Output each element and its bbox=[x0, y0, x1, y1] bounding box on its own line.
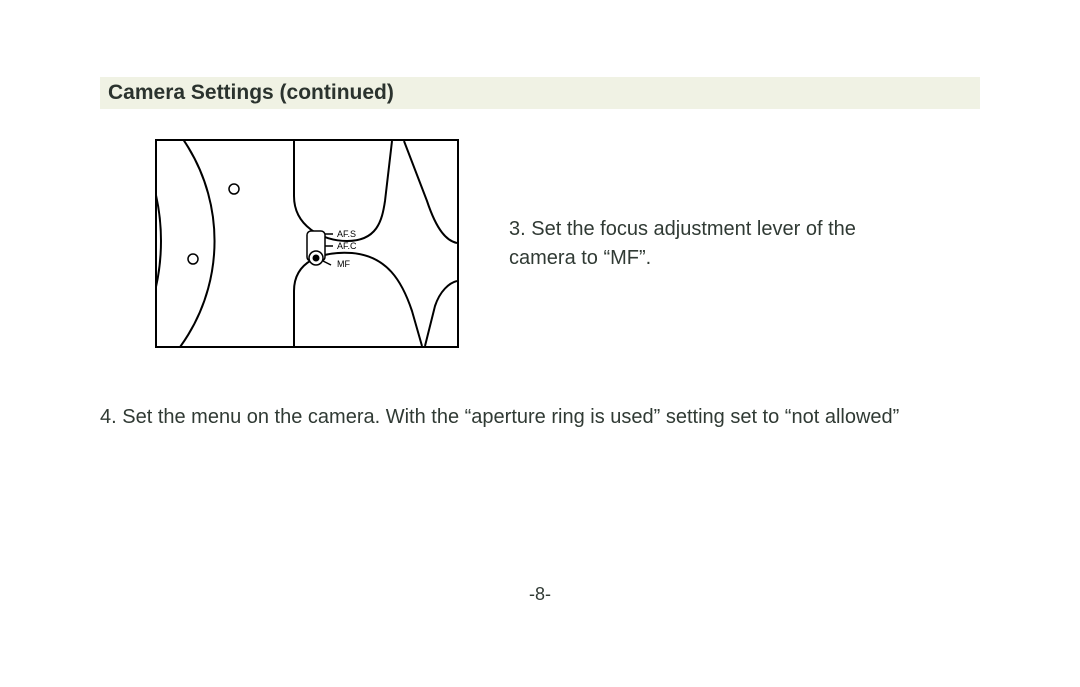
section-header: Camera Settings (continued) bbox=[100, 77, 980, 109]
step-3-text: 3. Set the focus adjustment lever of the… bbox=[509, 215, 869, 273]
section-title: Camera Settings (continued) bbox=[108, 81, 394, 104]
manual-page: Camera Settings (continued) bbox=[0, 0, 1080, 687]
label-afs: AF.S bbox=[337, 229, 356, 239]
label-afc: AF.C bbox=[337, 241, 357, 251]
step-4-text: 4. Set the menu on the camera. With the … bbox=[100, 403, 980, 432]
step-3-row: AF.S AF.C MF 3. Set the focus adjustment… bbox=[155, 139, 980, 348]
focus-lever-diagram: AF.S AF.C MF bbox=[155, 139, 459, 348]
focus-lever-illustration: AF.S AF.C MF bbox=[157, 141, 457, 346]
label-mf: MF bbox=[337, 259, 350, 269]
page-number: -8- bbox=[0, 584, 1080, 605]
